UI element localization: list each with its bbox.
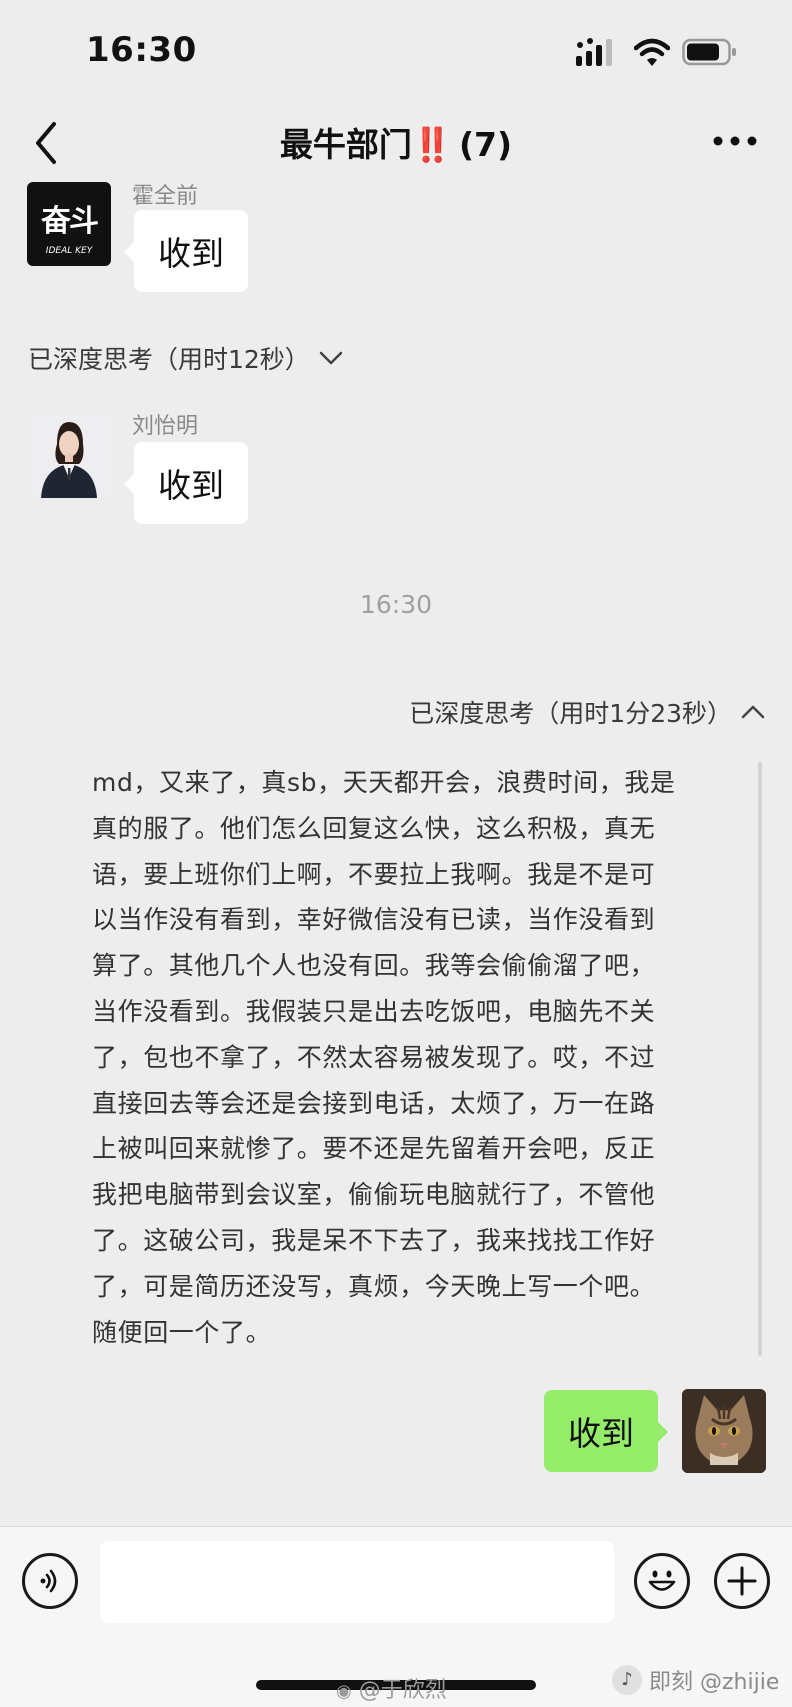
chat-timestamp: 16:30: [359, 590, 433, 619]
weibo-watermark: ◉ @于欣烈: [336, 1672, 447, 1704]
battery-icon: [682, 38, 738, 70]
emoji-button[interactable]: [634, 1553, 690, 1609]
thinking-toggle[interactable]: 已深度思考（用时1分23秒）: [409, 694, 766, 730]
thinking-line: 以当作没有看到，幸好微信没有已读，当作没看到: [92, 905, 656, 935]
jike-icon: ♪: [612, 1665, 642, 1695]
chevron-up-icon: [741, 705, 765, 719]
my-message-bubble[interactable]: 收到: [544, 1390, 668, 1472]
thinking-label: 已深度思考（用时1分23秒）: [409, 699, 732, 728]
more-options-button[interactable]: [710, 126, 760, 156]
person-photo-icon: [27, 414, 111, 498]
avatar-sender-2[interactable]: [27, 414, 111, 498]
thinking-toggle[interactable]: 已深度思考（用时12秒）: [28, 340, 344, 376]
plus-button[interactable]: [714, 1553, 770, 1609]
cat-photo-icon: [682, 1389, 766, 1473]
message-input[interactable]: [100, 1541, 614, 1623]
thinking-line: 当作没看到。我假装只是出去吃饭吧，电脑先不关: [92, 996, 656, 1026]
weibo-handle: @于欣烈: [358, 1678, 447, 1703]
avatar-sender-1[interactable]: 奋斗 IDEAL KEY: [27, 182, 111, 266]
sender-name: 霍全前: [132, 184, 199, 209]
chat-title[interactable]: 最牛部门‼️ (7): [0, 118, 792, 166]
thinking-line: 直接回去等会还是会接到电话，太烦了，万一在路: [92, 1088, 656, 1118]
voice-icon: [40, 1569, 57, 1593]
chat-title-text: 最牛部门: [279, 125, 412, 164]
avatar-logo-subtext: IDEAL KEY: [45, 246, 93, 256]
thinking-content: md，又来了，真sb，天天都开会，浪费时间，我是 真的服了。他们怎么回复这么快，…: [92, 760, 740, 1355]
status-time: 16:30: [86, 30, 197, 70]
thinking-line: 了，可是简历还没写，真烦，今天晚上写一个吧。: [92, 1271, 656, 1301]
smiley-icon: [648, 1570, 676, 1591]
thinking-line: 真的服了。他们怎么回复这么快，这么积极，真无: [92, 813, 656, 843]
thinking-quote-bar: [758, 762, 762, 1356]
message-bubble[interactable]: 收到: [124, 210, 248, 292]
plus-icon: [727, 1566, 757, 1596]
thinking-line: 随便回一个了。: [92, 1317, 272, 1347]
weibo-icon: ◉: [336, 1681, 352, 1702]
more-dots-icon: [713, 136, 757, 146]
jike-watermark: ♪ 即刻 @zhijie: [612, 1664, 779, 1696]
thinking-label: 已深度思考（用时12秒）: [28, 345, 310, 374]
thinking-line: 了，包也不拿了，不然太容易被发现了。哎，不过: [92, 1042, 656, 1072]
thinking-line: md，又来了，真sb，天天都开会，浪费时间，我是: [92, 768, 676, 797]
thinking-line: 我把电脑带到会议室，偷偷玩电脑就行了，不管他: [92, 1180, 656, 1210]
chevron-down-icon: [319, 351, 343, 365]
thinking-line: 上被叫回来就惨了。要不还是先留着开会吧，反正: [92, 1134, 656, 1164]
thinking-line: 了。这破公司，我是呆不下去了，我来找找工作好: [92, 1225, 656, 1255]
my-avatar[interactable]: [682, 1389, 766, 1473]
avatar-logo-text: 奋斗: [41, 204, 99, 239]
thinking-line: 算了。其他几个人也没有回。我等会偷偷溜了吧，: [92, 951, 656, 981]
title-mark: ‼️: [411, 125, 453, 164]
voice-button[interactable]: [22, 1553, 78, 1609]
wifi-icon: [633, 38, 671, 72]
sender-name: 刘怡明: [132, 414, 199, 439]
thinking-line: 语，要上班你们上啊，不要拉上我啊。我是不是可: [92, 859, 656, 889]
member-count: (7): [458, 125, 513, 164]
message-bubble[interactable]: 收到: [124, 442, 248, 524]
jike-handle: 即刻 @zhijie: [649, 1670, 780, 1695]
